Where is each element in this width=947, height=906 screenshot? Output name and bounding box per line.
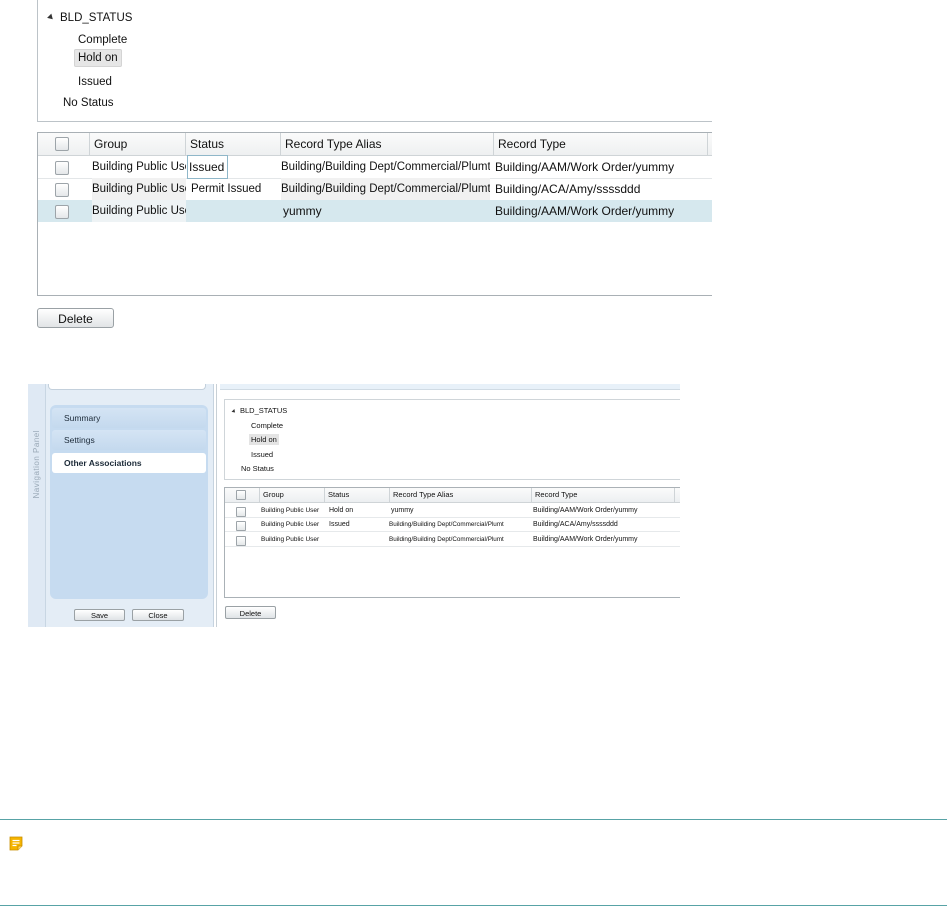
nav-item-summary[interactable]: Summary [52,408,206,428]
table-row[interactable]: Building Public User Issued Building/Bui… [225,518,680,532]
tree-node-complete[interactable]: Complete [251,421,283,430]
cell-record-type: Building/ACA/Amy/ssssddd [533,521,618,528]
table-row[interactable]: Building Public User Hold on yummy Build… [225,504,680,518]
cell-status [191,200,281,222]
header-group[interactable]: Group [260,488,325,502]
header-record-type-alias[interactable]: Record Type Alias [281,133,494,155]
small-top-strip [220,384,680,390]
nav-item-settings[interactable]: Settings [52,430,206,450]
header-status[interactable]: Status [186,133,281,155]
cell-group: Building Public User [92,161,186,173]
table-row[interactable]: Building Public User Building/Building D… [225,533,680,547]
cell-group: Building Public User [261,521,320,528]
expand-triangle-icon[interactable] [47,14,55,22]
header-select-all[interactable] [225,488,260,502]
cell-status[interactable]: Issued [187,155,228,179]
save-button[interactable]: Save [74,609,125,621]
cell-record-type: Building/AAM/Work Order/yummy [495,160,675,174]
cell-group: Building Public User [92,178,186,200]
header-group[interactable]: Group [90,133,186,155]
grid-header: Group Status Record Type Alias Record Ty… [38,133,712,156]
header-select-all[interactable] [38,133,90,155]
cell-group: Building Public User [92,200,186,222]
close-button[interactable]: Close [132,609,184,621]
note-top-rule [0,819,947,820]
cell-status: Hold on [329,507,354,514]
tree-node-hold-on[interactable]: Hold on [249,434,279,445]
cell-status [329,533,389,547]
cell-record-type: Building/AAM/Work Order/yummy [533,536,638,543]
status-tree-panel: BLD_STATUS Complete Hold on Issued No St… [37,0,712,122]
row-checkbox[interactable] [55,161,69,175]
cell-status: Permit Issued [191,183,262,195]
row-checkbox[interactable] [236,521,246,531]
tree-node-hold-on[interactable]: Hold on [74,49,122,67]
select-all-checkbox[interactable] [55,137,69,151]
cell-alias: yummy [391,507,414,514]
note-icon [9,836,23,851]
navigation-panel-top-section [48,384,206,390]
table-row-selected[interactable]: Building Public User yummy Building/AAM/… [38,200,712,222]
navigation-panel-collapse-strip[interactable] [28,384,46,627]
cell-record-type: Building/AAM/Work Order/yummy [495,204,675,218]
tree-node-issued[interactable]: Issued [251,450,273,459]
tree-root-bld-status[interactable]: BLD_STATUS [231,406,287,415]
select-all-checkbox[interactable] [236,490,246,500]
grid-header: Group Status Record Type Alias Record Ty… [225,488,680,503]
cell-alias: Building/Building Dept/Commercial/Plumt [389,521,504,528]
nav-item-other-associations[interactable]: Other Associations [52,453,206,473]
cell-group: Building Public User [261,507,320,514]
header-record-type-alias[interactable]: Record Type Alias [390,488,532,502]
row-checkbox[interactable] [236,536,246,546]
row-checkbox[interactable] [55,205,69,219]
cell-record-type: Building/ACA/Amy/ssssddd [495,182,641,196]
delete-button[interactable]: Delete [37,308,114,328]
cell-alias: Building/Building Dept/Commercial/Plumt [281,161,490,173]
tree-node-issued[interactable]: Issued [78,76,112,88]
small-associations-grid: Group Status Record Type Alias Record Ty… [224,487,680,598]
cell-alias: yummy [283,204,322,218]
header-status[interactable]: Status [325,488,390,502]
cell-group: Building Public User [261,536,320,543]
table-row[interactable]: Building Public User Issued Building/Bui… [38,155,712,179]
tree-root-bld-status[interactable]: BLD_STATUS [47,12,132,24]
cell-status: Issued [329,521,350,528]
header-record-type[interactable]: Record Type [532,488,675,502]
row-checkbox[interactable] [236,507,246,517]
cell-record-type: Building/AAM/Work Order/yummy [533,507,638,514]
small-status-tree: BLD_STATUS Complete Hold on Issued No St… [224,399,680,480]
tree-node-complete[interactable]: Complete [78,34,127,46]
tree-node-no-status[interactable]: No Status [63,97,114,109]
header-record-type[interactable]: Record Type [494,133,708,155]
navigation-panel-title: Navigation Panel [32,430,41,499]
table-row[interactable]: Building Public User Permit Issued Build… [38,178,712,201]
cell-alias: Building/Building Dept/Commercial/Plumt [281,178,490,200]
row-checkbox[interactable] [55,183,69,197]
small-delete-button[interactable]: Delete [225,606,276,619]
cell-alias: Building/Building Dept/Commercial/Plumt [389,536,504,543]
associations-grid: Group Status Record Type Alias Record Ty… [37,132,712,296]
navigation-list: Summary Settings Other Associations [50,405,208,599]
expand-triangle-icon[interactable] [231,408,237,414]
tree-node-no-status[interactable]: No Status [241,464,274,473]
